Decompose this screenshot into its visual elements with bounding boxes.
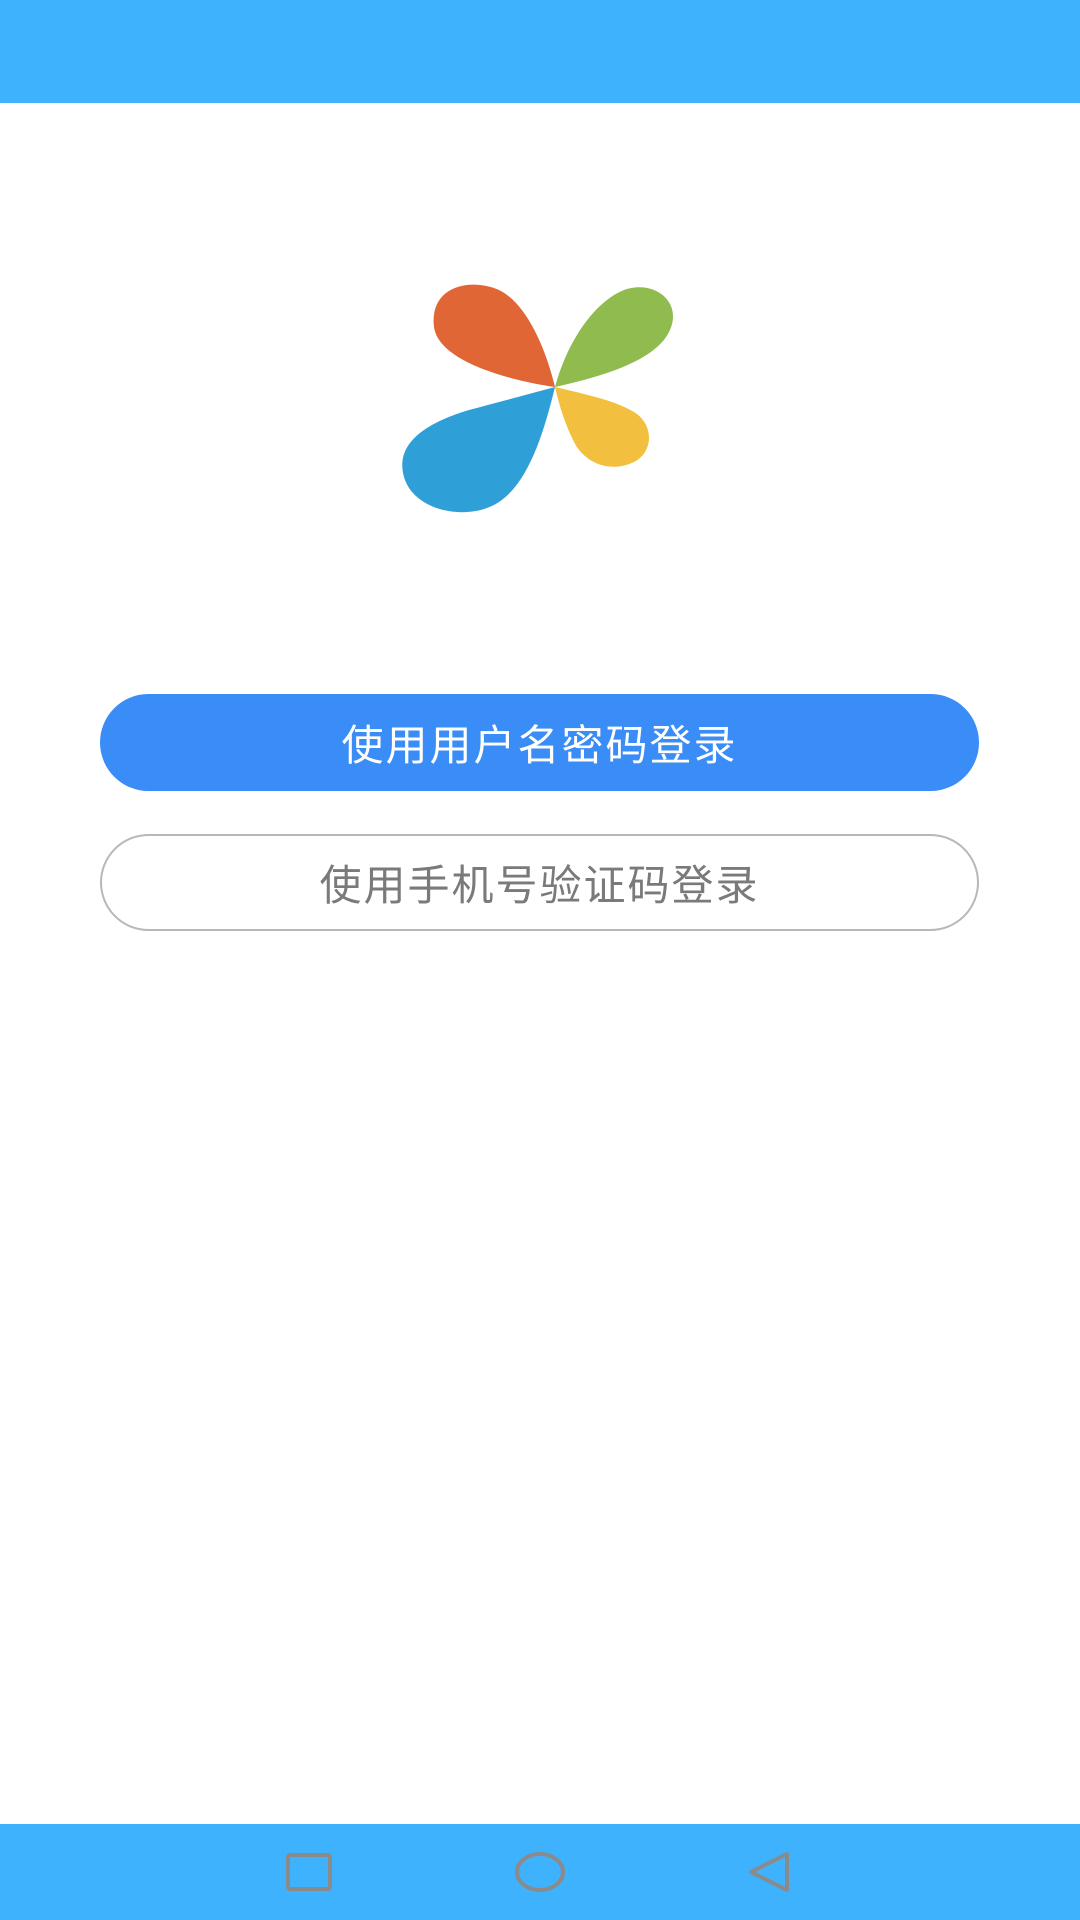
triangle-back-icon [749, 1852, 789, 1892]
username-password-login-label: 使用用户名密码登录 [341, 721, 738, 770]
pinwheel-logo-icon [402, 284, 673, 513]
sms-code-login-button[interactable]: 使用手机号验证码登录 [100, 834, 979, 931]
username-password-login-button[interactable]: 使用用户名密码登录 [100, 694, 979, 791]
login-screen: 使用用户名密码登录 使用手机号验证码登录 [0, 0, 1080, 1920]
square-icon [286, 1853, 332, 1891]
status-bar [0, 0, 1080, 103]
circle-icon [515, 1852, 565, 1892]
sms-code-login-label: 使用手机号验证码登录 [319, 861, 760, 910]
app-logo [399, 282, 681, 514]
recent-apps-button[interactable] [279, 1842, 339, 1902]
home-button[interactable] [510, 1842, 570, 1902]
back-button[interactable] [739, 1842, 799, 1902]
navigation-bar [0, 1824, 1080, 1920]
